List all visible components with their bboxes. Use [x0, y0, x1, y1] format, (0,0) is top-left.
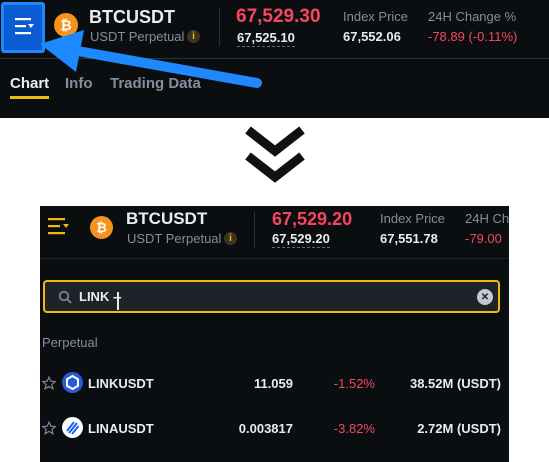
- symbol-title[interactable]: BTCUSDT: [126, 209, 207, 229]
- row-volume: 2.72M (USDT): [417, 421, 501, 436]
- bitcoin-coin-icon: ₿: [90, 216, 113, 239]
- row-price: 11.059: [253, 376, 293, 391]
- chainlink-coin-icon: [62, 372, 83, 393]
- info-icon[interactable]: i: [224, 232, 237, 245]
- contract-type: USDT Perpetual: [127, 231, 222, 246]
- header-bottom-border: [40, 258, 509, 259]
- menu-icon[interactable]: [46, 214, 72, 240]
- star-icon[interactable]: [42, 376, 56, 390]
- header-divider: [254, 212, 255, 248]
- row-price: 0.003817: [238, 421, 293, 436]
- search-icon: [58, 290, 72, 304]
- row-symbol: LINKUSDT: [88, 376, 154, 391]
- arrow-icon: [40, 30, 262, 88]
- text-cursor-icon: [117, 292, 119, 310]
- last-price: 67,529.20: [272, 209, 353, 229]
- change-label: 24H Cha: [465, 211, 509, 226]
- index-price-value: 67,551.78: [380, 231, 438, 246]
- search-input[interactable]: LINK --: [79, 289, 122, 304]
- double-chevron-down-icon: [245, 126, 305, 183]
- index-price-label: Index Price: [380, 211, 446, 226]
- section-label: Perpetual: [42, 335, 98, 350]
- header-panel-after: ₿ BTCUSDT USDT Perpetual i 67,529.20 67,…: [40, 206, 509, 462]
- row-symbol: LINAUSDT: [88, 421, 154, 436]
- row-change: -1.52%: [333, 376, 375, 391]
- linear-coin-icon: [62, 417, 83, 438]
- list-item[interactable]: LINAUSDT 0.003817 -3.82% 2.72M (USDT): [40, 411, 509, 445]
- change-value: -79.00: [465, 231, 502, 246]
- star-icon[interactable]: [42, 421, 56, 435]
- row-volume: 38.52M (USDT): [409, 376, 501, 391]
- mark-price[interactable]: 67,529.20: [272, 231, 330, 248]
- search-box[interactable]: LINK -- ✕: [43, 280, 500, 313]
- clear-icon[interactable]: ✕: [477, 289, 493, 305]
- list-item[interactable]: LINKUSDT 11.059 -1.52% 38.52M (USDT): [40, 366, 509, 400]
- row-change: -3.82%: [333, 421, 375, 436]
